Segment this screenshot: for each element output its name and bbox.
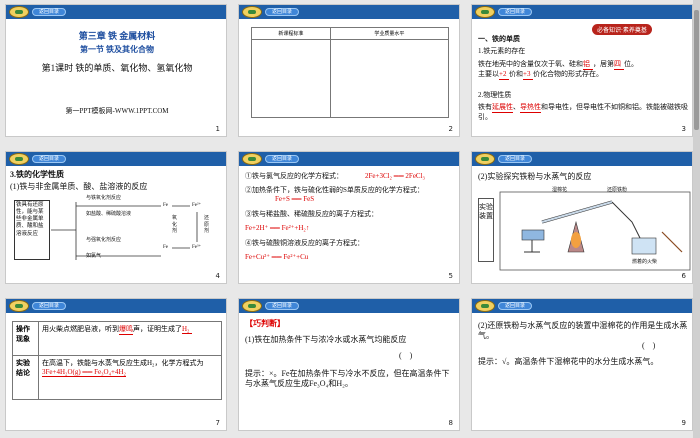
slide-thumbnail-5[interactable]: 返回目录 ①铁与氯气反应的化学方程式： 2Fe+3Cl₂ ══ 2FeCl₃ ②… (238, 151, 460, 284)
answer-blank: ( ) (399, 351, 413, 360)
back-to-contents-button[interactable]: 返回目录 (498, 302, 532, 310)
slide-header: 返回目录 (239, 299, 459, 313)
question-4: ④铁与硫酸铜溶液反应的离子方程式： (245, 239, 364, 247)
logo-icon (9, 6, 29, 18)
logo-icon (242, 6, 262, 18)
back-to-contents-button[interactable]: 返回目录 (265, 155, 299, 163)
reaction-arrows (51, 202, 198, 260)
hint: 提示：×。Fe在加热条件下与冷水不反应，但在高温条件下与水蒸气反应生成Fe₃O₄… (245, 369, 450, 389)
slide-number: 2 (448, 125, 453, 133)
logo-icon (242, 300, 262, 312)
slide-header: 返回目录 (6, 5, 226, 19)
slide-number: 6 (681, 272, 686, 280)
slide-thumbnail-1[interactable]: 返回目录 第三章 铁 金属材料 第一节 铁及其化合物 第1课时 铁的单质、氧化物… (5, 4, 227, 137)
slide-number: 5 (448, 272, 453, 280)
logo-icon (242, 153, 262, 165)
slide-number: 1 (215, 125, 220, 133)
question: (1)铁在加热条件下与浓冷水或水蒸气均能反应 (245, 335, 407, 344)
table-cell (329, 39, 450, 118)
logo-icon (9, 300, 29, 312)
scrollbar-thumb[interactable] (694, 10, 699, 130)
row-header: 操作现象 (12, 321, 39, 356)
hint: 提示：√。高温条件下湿棉花中的水分生成水蒸气。 (478, 357, 659, 366)
table-cell: 用火柴点燃肥皂液，听到爆鸣声，证明生成了H₂ (38, 321, 222, 356)
question-3: ③铁与稀盐酸、稀硫酸反应的离子方程式： (245, 210, 378, 218)
heading: 一、铁的单质 (478, 35, 520, 43)
slide-header: 返回目录 (472, 5, 692, 19)
col-header: 新课程标准 (251, 27, 331, 40)
table-cell (251, 39, 331, 118)
table-cell: 在高温下，铁能与水蒸气反应生成H₂，化学方程式为 3Fe+4H₂O(g) ══ F… (38, 355, 222, 400)
slide-thumbnail-8[interactable]: 返回目录 【巧判断】 (1)铁在加热条件下与浓冷水或水蒸气均能反应 ( ) 提示… (238, 298, 460, 431)
slide-number: 7 (215, 419, 220, 427)
standards-table: 新课程标准 学业质量水平 (251, 27, 450, 118)
answer-2: Fe+S ══ FeS (275, 195, 315, 203)
question-1: ①铁与氯气反应的化学方程式： (245, 172, 343, 180)
apparatus-drawing (499, 191, 691, 271)
answer-1: 2Fe+3Cl₂ ══ 2FeCl₃ (365, 172, 425, 180)
slide-header: 返回目录 (6, 299, 226, 313)
slide-header: 返回目录 (239, 5, 459, 19)
slide-thumbnail-9[interactable]: 返回目录 (2)还原铁粉与水蒸气反应的装置中湿棉花的作用是生成水蒸气。 ( ) … (471, 298, 693, 431)
slide-number: 3 (681, 125, 686, 133)
back-to-contents-button[interactable]: 返回目录 (32, 8, 66, 16)
col-header: 学业质量水平 (329, 27, 450, 40)
slide-thumbnail-4[interactable]: 返回目录 3.铁的化学性质 (1)铁与非金属单质、酸、盐溶液的反应 铁具有还原性… (5, 151, 227, 284)
slide-number: 8 (448, 419, 453, 427)
slide-header: 返回目录 (239, 152, 459, 166)
paragraph: 铁有延展性、导热性和导电性，但导电性不如铜和铝。铁能被磁铁吸引。 (478, 103, 688, 122)
section-title: 第一节 铁及其化合物 (80, 45, 154, 54)
slide-number: 4 (215, 272, 220, 280)
section-title: 【巧判断】 (245, 319, 285, 328)
paragraph: 铁在地壳中的含量仅次于氧、硅和铝 ，居第四 位。 主要以+2 价和+3 价化合物的形式存… (478, 60, 690, 81)
answer-3: Fe+2H⁺ ══ Fe²⁺+H₂↑ (245, 224, 310, 232)
label-wet-cotton: 湿棉花 (552, 188, 568, 193)
slide-thumbnail-3[interactable]: 返回目录 必备知识·素养奠基 一、铁的单质 1.铁元素的存在 铁在地壳中的含量仅… (471, 4, 693, 137)
slide-thumbnail-2[interactable]: 返回目录 新课程标准 学业质量水平 2 (238, 4, 460, 137)
row-header: 实验结论 (12, 355, 39, 400)
section-badge: 必备知识·素养奠基 (592, 24, 652, 35)
back-to-contents-button[interactable]: 返回目录 (32, 302, 66, 310)
question: (2)还原铁粉与水蒸气反应的装置中湿棉花的作用是生成水蒸气。 (478, 321, 688, 341)
lesson-title: 第1课时 铁的单质、氧化物、氢氧化物 (41, 63, 193, 73)
chapter-title: 第三章 铁 金属材料 (78, 31, 156, 41)
answer-blank: ( ) (642, 341, 656, 350)
experiment-table: 操作现象 用火柴点燃肥皂液，听到爆鸣声，证明生成了H₂ 实验结论 在高温下，铁能… (12, 321, 222, 400)
slide-header: 返回目录 (472, 299, 692, 313)
subheading: 1.铁元素的存在 (478, 47, 526, 55)
logo-icon (475, 6, 495, 18)
label-iron-powder: 还原铁粉 (607, 188, 628, 193)
slide-thumbnail-6[interactable]: 返回目录 (2)实验探究铁粉与水蒸气的反应 实验装置 湿棉花 还原铁粉 燃着的火… (471, 151, 693, 284)
subheading: 2.物理性质 (478, 91, 512, 99)
footer-text: 第一PPT模板网-WWW.1PPT.COM (65, 107, 169, 115)
logo-icon (475, 300, 495, 312)
label-match: 燃着的火柴 (632, 260, 658, 265)
answer-4: Fe+Cu²⁺ ══ Fe²⁺+Cu (245, 253, 309, 261)
back-to-contents-button[interactable]: 返回目录 (265, 8, 299, 16)
slide-thumbnail-7[interactable]: 返回目录 操作现象 用火柴点燃肥皂液，听到爆鸣声，证明生成了H₂ 实验结论 在高… (5, 298, 227, 431)
vertical-scrollbar[interactable] (693, 0, 700, 438)
question-2: ②加热条件下，铁与硫化性弱的S单质反应的化学方程式： (245, 186, 424, 194)
back-to-contents-button[interactable]: 返回目录 (498, 8, 532, 16)
back-to-contents-button[interactable]: 返回目录 (265, 302, 299, 310)
slide-number: 9 (681, 419, 686, 427)
